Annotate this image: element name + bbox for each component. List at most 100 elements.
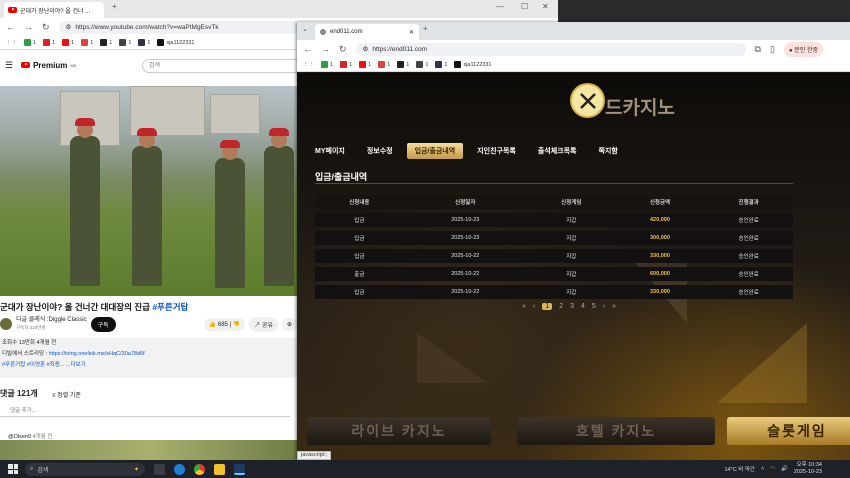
soldier-figure xyxy=(264,128,294,286)
reload-icon[interactable]: ↻ xyxy=(42,22,50,33)
maximize-icon[interactable]: ☐ xyxy=(521,2,528,11)
subscribe-button[interactable]: 구독 xyxy=(90,316,116,332)
bookmark-item[interactable]: 1 xyxy=(397,61,409,68)
close-overlay-icon[interactable] xyxy=(570,83,605,118)
like-button[interactable]: 👍 685 | 👎 xyxy=(203,317,246,331)
bookmark-item[interactable]: 1 xyxy=(62,39,74,46)
page-link[interactable]: 2 xyxy=(559,303,563,310)
clock[interactable]: 오후 10:34 2025-10-23 xyxy=(794,462,822,476)
bookmark-item[interactable]: 1 xyxy=(43,39,55,46)
bookmark-item[interactable]: 1 xyxy=(416,61,428,68)
site-info-icon[interactable]: ⚙ xyxy=(66,23,72,31)
page-link[interactable]: ‹ xyxy=(533,303,535,310)
bookmark-item[interactable]: sja1122331 xyxy=(157,39,194,46)
tab-youtube[interactable]: 군대가 장난이야? 올 건너 ... xyxy=(4,2,104,18)
table-header-cell: 진행결과 xyxy=(704,195,793,209)
page-link[interactable]: « xyxy=(522,303,526,310)
active-app-icon[interactable] xyxy=(234,463,245,475)
save-button[interactable]: ⊕ xyxy=(281,317,297,331)
search-input[interactable]: 검색 xyxy=(142,59,302,73)
channel-avatar[interactable] xyxy=(0,318,12,330)
site-info-icon[interactable]: ⚙ xyxy=(363,45,369,53)
table-row: 입금 2025-10-23 지갑 300,000 승인완료 xyxy=(315,231,793,245)
forward-icon[interactable]: → xyxy=(24,22,33,32)
page-link[interactable]: 4 xyxy=(581,303,585,310)
menu-item[interactable]: 정보수정 xyxy=(359,143,401,159)
menu-item[interactable]: MY페이지 xyxy=(307,143,353,159)
table-cell: 지갑 xyxy=(526,249,616,263)
bookmark-item[interactable]: 1 xyxy=(359,61,371,68)
casino-browser-window: ⌄ end011.com ✕ + ← → ↻ ⚙ https://end011.… xyxy=(297,22,850,460)
menu-item[interactable]: 입금/출금내역 xyxy=(406,143,464,159)
bookmark-item[interactable]: sja1122331 xyxy=(454,61,491,68)
share-button[interactable]: ↗ 공유 xyxy=(249,316,278,332)
taskbar-search[interactable]: ⌕ 검색 ✦ xyxy=(25,462,145,476)
favicon-icon xyxy=(416,61,424,68)
back-icon[interactable]: ← xyxy=(6,22,15,32)
page-link[interactable]: 1 xyxy=(542,303,553,310)
favicon-icon xyxy=(100,39,108,46)
menu-item[interactable]: 출석체크목록 xyxy=(530,143,585,159)
bookmark-label: 1 xyxy=(33,39,37,46)
youtube-logo[interactable]: Premium KR xyxy=(21,61,76,70)
apps-grid-icon[interactable]: ⋮⋮ xyxy=(303,62,314,68)
volume-icon[interactable]: 🔊 xyxy=(781,466,788,472)
menu-item[interactable]: 쪽지함 xyxy=(590,143,625,159)
bookmark-item[interactable]: 1 xyxy=(138,39,150,46)
back-icon[interactable]: ← xyxy=(303,44,312,54)
profile-button[interactable]: ● 분인 한중 xyxy=(783,41,823,57)
address-bar[interactable]: ⚙ https://www.youtube.com/watch?v=waPtMg… xyxy=(58,20,299,34)
weather-widget[interactable]: 14°C 비 약간 xyxy=(724,465,755,473)
bookmark-item[interactable]: 1 xyxy=(81,39,93,46)
minimize-icon[interactable]: — xyxy=(496,2,504,11)
add-comment-input[interactable]: 댓글 추가... xyxy=(0,406,290,417)
new-tab-icon[interactable]: + xyxy=(112,2,117,11)
forward-icon[interactable]: → xyxy=(321,44,330,54)
menu-item[interactable]: 지인친구목록 xyxy=(469,143,524,159)
hashtag-link[interactable]: #푸른거탑 xyxy=(152,302,188,312)
background-strip xyxy=(0,440,297,460)
soldier-figure xyxy=(132,128,162,286)
page-link[interactable]: › xyxy=(603,303,605,310)
close-icon[interactable]: ✕ xyxy=(542,2,549,11)
description-link[interactable]: https://tving.onelink.me/xHqC/30a78d6f xyxy=(49,351,145,357)
live-casino-button[interactable]: 라이브 카지노 xyxy=(307,417,491,445)
reload-icon[interactable]: ↻ xyxy=(339,44,347,55)
sort-button[interactable]: ≡ 정렬 기준 xyxy=(52,390,81,399)
wifi-icon[interactable]: ◠ xyxy=(770,466,775,472)
bookmark-item[interactable]: 1 xyxy=(321,61,333,68)
menu-icon[interactable]: ☰ xyxy=(5,60,13,71)
description-tags[interactable]: #푸른거탑 #이영훈 #최종... ...더보기 xyxy=(2,360,297,371)
site-logo[interactable]: 드카지노 xyxy=(547,81,707,127)
task-view-icon[interactable] xyxy=(154,463,165,475)
tab-close-icon[interactable]: ✕ xyxy=(409,29,414,36)
bookmark-item[interactable]: 1 xyxy=(378,61,390,68)
favicon-icon xyxy=(435,61,443,68)
new-tab-icon[interactable]: + xyxy=(423,24,428,33)
chevron-up-icon[interactable]: ˄ xyxy=(761,466,764,472)
address-bar[interactable]: ⚙ https://end011.com xyxy=(355,42,746,56)
sidepanel-icon[interactable]: ▯ xyxy=(770,44,775,55)
bookmark-item[interactable]: 1 xyxy=(340,61,352,68)
hotel-casino-button[interactable]: 호텔 카지노 xyxy=(517,417,715,445)
bookmark-item[interactable]: 1 xyxy=(119,39,131,46)
chrome-icon[interactable] xyxy=(194,463,205,475)
apps-grid-icon[interactable]: ⋮⋮ xyxy=(6,40,17,46)
bookmark-item[interactable]: 1 xyxy=(435,61,447,68)
video-player[interactable] xyxy=(0,86,297,296)
page-link[interactable]: 3 xyxy=(570,303,574,310)
slot-game-button[interactable]: 슬롯게임 xyxy=(727,417,850,445)
explorer-icon[interactable] xyxy=(214,463,225,475)
channel-name[interactable]: 디글 클래식 :Diggle Classic xyxy=(16,317,87,324)
page-link[interactable]: 5 xyxy=(592,303,596,310)
tab-end011[interactable]: end011.com ✕ xyxy=(315,24,419,40)
page-link[interactable]: » xyxy=(612,303,616,310)
tab-search-icon[interactable]: ⌄ xyxy=(302,25,308,33)
windows-start-icon[interactable] xyxy=(8,464,18,474)
description-box[interactable]: 조회수 13만회 4개월 전 디빌에서 스트리밍 : https://tving… xyxy=(0,338,297,378)
bookmark-item[interactable]: 1 xyxy=(100,39,112,46)
bookmark-item[interactable]: 1 xyxy=(24,39,36,46)
edge-icon[interactable] xyxy=(174,463,185,475)
copilot-icon: ✦ xyxy=(133,466,139,473)
extensions-icon[interactable]: ⧉ xyxy=(755,44,761,55)
